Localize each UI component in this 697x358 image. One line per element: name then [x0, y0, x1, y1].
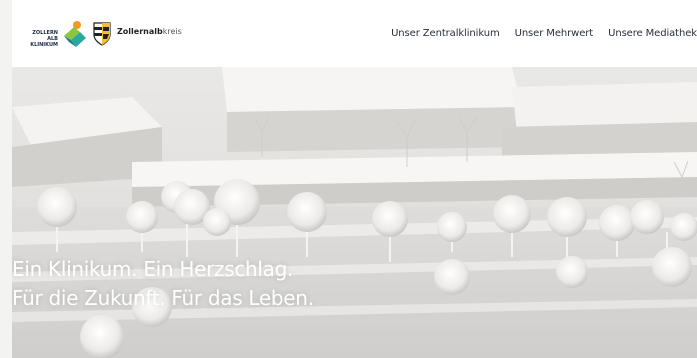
- nav-item-mehrwert[interactable]: Unser Mehrwert: [515, 28, 594, 39]
- district-crest-icon: [93, 22, 111, 46]
- hero-headline: Ein Klinikum. Ein Herzschlag. Für die Zu…: [12, 255, 314, 313]
- district-name: Zollernalbkreis: [117, 27, 182, 36]
- left-edge-strip: [0, 0, 12, 358]
- nav-item-zentralklinikum[interactable]: Unser Zentralklinikum: [391, 28, 500, 39]
- hero-architecture-model-image: [12, 67, 697, 358]
- clinic-logo-mark-icon: [64, 21, 86, 47]
- site-header: ZOLLERN ALB KLINIKUM Zollernalbkreis Uns…: [12, 0, 697, 67]
- hero-banner: Ein Klinikum. Ein Herzschlag. Für die Zu…: [12, 67, 697, 358]
- hero-headline-line-2: Für die Zukunft. Für das Leben.: [12, 286, 314, 310]
- main-nav: Unser Zentralklinikum Unser Mehrwert Uns…: [376, 0, 697, 67]
- nav-item-mediathek[interactable]: Unsere Mediathek: [608, 28, 697, 39]
- zollernalb-klinikum-logo[interactable]: ZOLLERN ALB KLINIKUM: [28, 18, 88, 52]
- page: ZOLLERN ALB KLINIKUM Zollernalbkreis Uns…: [0, 0, 697, 358]
- hero-headline-line-1: Ein Klinikum. Ein Herzschlag.: [12, 257, 294, 281]
- clinic-logo-wordmark: ZOLLERN ALB KLINIKUM: [30, 30, 58, 48]
